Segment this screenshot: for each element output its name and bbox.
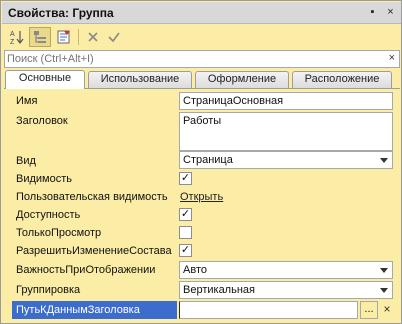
property-label: Доступность [16, 209, 81, 221]
property-row-grouping: Группировка Вертикальная [4, 281, 400, 299]
chevron-down-icon[interactable] [376, 282, 392, 298]
toolbar: A Z [2, 25, 401, 49]
property-row-name: Имя СтраницаОсновная [4, 92, 400, 110]
property-label: Вид [16, 155, 36, 167]
chevron-down-icon[interactable] [376, 262, 392, 278]
kind-select[interactable]: Страница [179, 151, 393, 169]
property-label: Видимость [16, 173, 72, 185]
property-row-header-data-path: ПутьКДаннымЗаголовка ... × [4, 301, 400, 319]
grouping-value: Вертикальная [183, 284, 255, 296]
svg-text:Z: Z [10, 39, 15, 45]
importance-select[interactable]: Авто [179, 261, 393, 279]
chevron-down-icon[interactable] [376, 152, 392, 168]
svg-text:A: A [10, 31, 15, 38]
search-input[interactable] [7, 52, 377, 66]
kind-value: Страница [183, 154, 233, 166]
search-clear-icon[interactable]: × [389, 52, 395, 64]
property-label: Имя [16, 95, 38, 107]
property-label: ПутьКДаннымЗаголовка [16, 304, 140, 316]
property-label: ВажностьПриОтображении [16, 264, 156, 276]
tab-appearance[interactable]: Оформление [195, 71, 289, 88]
property-label: Группировка [16, 284, 81, 296]
property-label: РазрешитьИзменениеСостава [16, 245, 172, 257]
header-field[interactable]: Работы [179, 112, 393, 151]
property-label: Пользовательская видимость [16, 191, 168, 203]
visibility-checkbox[interactable]: ✓ [179, 172, 192, 185]
sort-az-icon[interactable]: A Z [6, 27, 28, 47]
property-row-enabled: Доступность ✓ [4, 207, 400, 224]
name-field[interactable]: СтраницаОсновная [179, 92, 393, 110]
categories-icon[interactable] [29, 27, 51, 47]
properties-window: Свойства: Группа ▪ × A Z Поиск (Ctrl+Alt… [0, 0, 402, 324]
property-row-readonly: ТолькоПросмотр [4, 225, 400, 242]
open-link[interactable]: Открыть [180, 191, 223, 203]
property-row-visibility: Видимость ✓ [4, 171, 400, 188]
readonly-checkbox[interactable] [179, 226, 192, 239]
tab-layout[interactable]: Расположение [292, 71, 392, 88]
tab-strip: Основные Использование Оформление Распол… [4, 70, 400, 89]
property-label: ТолькоПросмотр [16, 227, 102, 239]
clear-icon[interactable]: × [380, 301, 394, 319]
property-row-kind: Вид Страница [4, 151, 400, 169]
window-title: Свойства: Группа [8, 6, 114, 20]
toolbar-separator [78, 29, 79, 45]
tab-usage[interactable]: Использование [88, 71, 192, 88]
tab-main[interactable]: Основные [5, 70, 85, 89]
property-row-header: Заголовок Работы [4, 112, 400, 152]
property-label: Заголовок [16, 115, 68, 127]
allow-change-checkbox[interactable]: ✓ [179, 244, 192, 257]
x-icon[interactable] [82, 27, 104, 47]
close-icon[interactable]: × [384, 6, 397, 19]
enabled-checkbox[interactable]: ✓ [179, 208, 192, 221]
properties-panel: Имя СтраницаОсновная Заголовок Работы Ви… [4, 88, 400, 322]
grouping-select[interactable]: Вертикальная [179, 281, 393, 299]
importance-value: Авто [183, 264, 207, 276]
title-bar: Свойства: Группа ▪ × [2, 2, 401, 24]
property-row-importance: ВажностьПриОтображении Авто [4, 261, 400, 279]
property-row-user-visibility: Пользовательская видимость Открыть [4, 189, 400, 206]
check-icon[interactable] [103, 27, 125, 47]
search-box: × [4, 50, 400, 68]
select-button[interactable]: ... [360, 301, 378, 319]
property-row-allow-change: РазрешитьИзменениеСостава ✓ [4, 243, 400, 260]
header-data-path-field[interactable] [179, 301, 358, 319]
pin-icon[interactable]: ▪ [366, 6, 379, 19]
filter-icon[interactable] [53, 27, 75, 47]
